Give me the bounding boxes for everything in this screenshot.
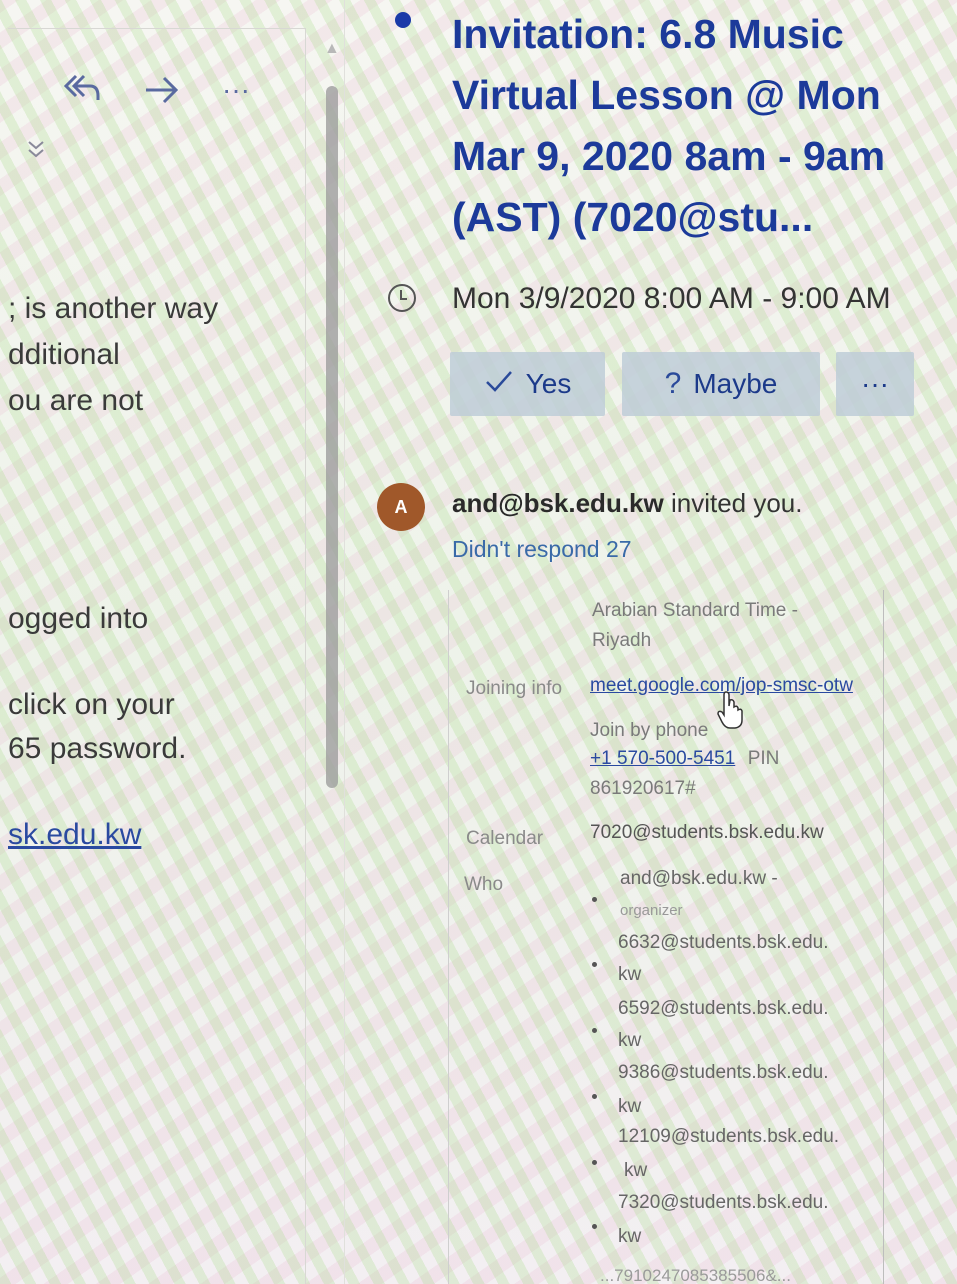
more-options-icon[interactable]: ··· [222,74,250,106]
bullet-icon [592,897,597,902]
checkmark-icon [484,367,514,401]
body-text-line: ogged into [8,602,149,635]
guest-email: 6632@students.bsk.edu. [618,932,829,953]
event-title: Invitation: 6.8 Music Virtual Lesson @ M… [452,11,886,240]
message-card [8,28,306,1284]
previous-message-pane: ··· ; is another way dditional ou are no… [8,0,340,1284]
scrollbar-thumb[interactable] [326,86,338,788]
pin-label: PIN [747,748,780,769]
inviter-line: and@bsk.edu.kw invited you. [452,488,802,519]
chevron-double-down-icon[interactable] [26,138,46,165]
phone-number-link[interactable]: +1 570-500-5451 [590,748,735,769]
bullet-icon [592,1160,597,1165]
rsvp-yes-label: Yes [525,368,572,399]
joining-info-label: Joining info [466,678,563,699]
response-status: Didn't respond 27 [452,536,632,562]
guest-email: 9386@students.bsk.edu. [618,1062,829,1083]
join-by-phone-label: Join by phone [590,720,709,741]
calendar-value: 7020@students.bsk.edu.kw [590,822,824,843]
rsvp-more-button[interactable]: ··· [836,352,914,416]
guest-email: 6592@students.bsk.edu. [618,998,829,1019]
guest-email: 12109@students.bsk.edu. [618,1126,840,1147]
pane-divider [344,0,345,1284]
guest-email-cont: kw [618,1226,642,1247]
unread-indicator-icon [395,12,411,28]
email-link[interactable]: sk.edu.kw [8,818,141,852]
phone-line: +1 570-500-5451 PIN [590,748,779,770]
organizer-role: organizer [620,902,683,919]
timezone-line: Riyadh [592,630,652,651]
forward-icon[interactable] [142,74,182,115]
rsvp-maybe-button[interactable]: ? Maybe [622,352,820,416]
reply-all-icon[interactable] [62,70,102,115]
body-text-line: click on your [8,688,175,721]
timezone-line: Arabian Standard Time - [592,600,798,621]
event-datetime: Mon 3/9/2020 8:00 AM - 9:00 AM [452,282,891,315]
body-text-line: dditional [8,338,120,371]
truncated-text: ...7910247085385506&... [600,1266,791,1284]
rsvp-maybe-label: Maybe [693,368,778,399]
hand-pointer-cursor-icon [716,690,746,730]
more-options-icon: ··· [861,368,889,399]
body-text-line: 65 password. [8,732,187,765]
calendar-label: Calendar [466,828,544,849]
guest-email: 7320@students.bsk.edu. [618,1192,829,1213]
scroll-up-arrow-icon[interactable]: ▲ [324,40,340,58]
who-label: Who [464,874,504,895]
inviter-suffix: invited you. [663,488,803,518]
clock-icon [388,284,416,312]
bullet-icon [592,1028,597,1033]
guest-email-cont: kw [618,964,642,985]
avatar[interactable]: A [377,483,425,531]
bullet-icon [592,1094,597,1099]
inviter-email[interactable]: and@bsk.edu.kw [452,488,664,518]
pin-value: 861920617# [590,778,696,799]
body-text-line: ou are not [8,384,144,417]
guest-email-cont: kw [618,1030,642,1051]
body-text-line: ; is another way [8,292,219,325]
organizer-email: and@bsk.edu.kw - [620,868,778,889]
bullet-icon [592,962,597,967]
guest-email-cont: kw [624,1160,648,1181]
question-mark-icon: ? [664,367,682,400]
bullet-icon [592,1224,597,1229]
guest-email-cont: kw [618,1096,642,1117]
rsvp-yes-button[interactable]: Yes [450,352,605,416]
